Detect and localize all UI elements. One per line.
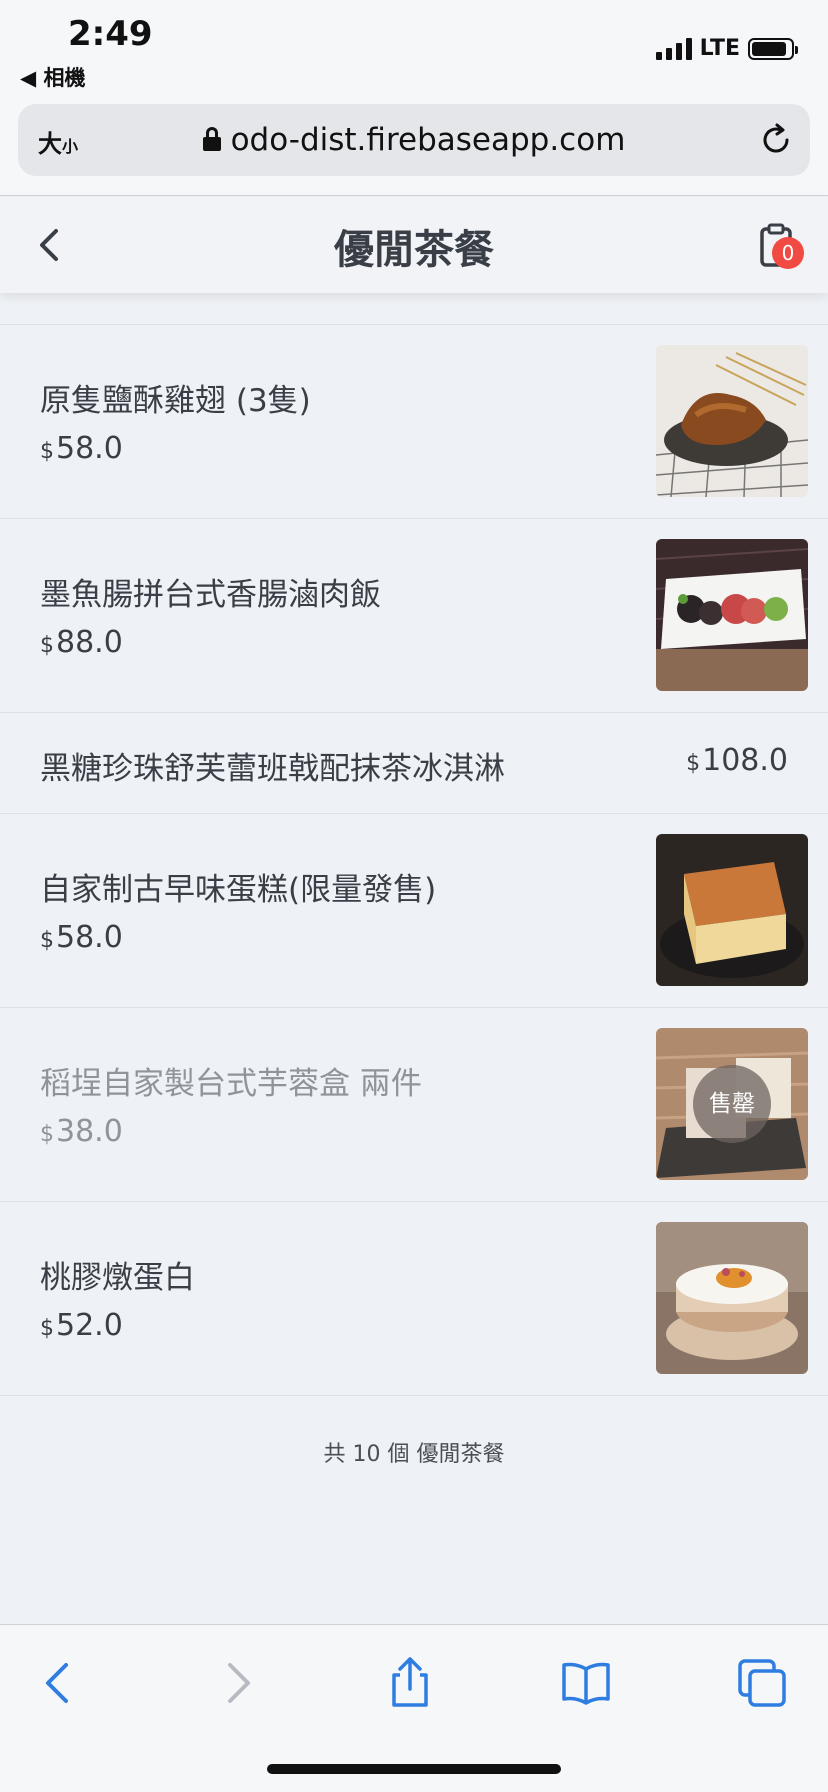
menu-item-sold-out[interactable]: 稻埕自家製台式芋蓉盒 兩件 $38.0 售罄 xyxy=(0,1008,828,1202)
item-price: $58.0 xyxy=(40,431,123,466)
home-indicator xyxy=(267,1764,561,1774)
item-image-sponge-cake[interactable] xyxy=(656,834,808,986)
price-value: 88.0 xyxy=(56,625,123,660)
currency-symbol: $ xyxy=(40,633,54,658)
item-price: $88.0 xyxy=(40,625,123,660)
browser-address-area: 大小 odo-dist.firebaseapp.com xyxy=(0,100,828,196)
network-label: LTE xyxy=(699,36,740,61)
tabs-icon[interactable] xyxy=(734,1655,790,1711)
price-value: 58.0 xyxy=(56,431,123,466)
browser-forward-icon[interactable] xyxy=(208,1655,264,1711)
back-to-app-link[interactable]: ◀ 相機 xyxy=(20,62,85,92)
page-title: 優閒茶餐 xyxy=(334,227,494,273)
bookmarks-icon[interactable] xyxy=(558,1655,614,1711)
status-bar: 2:49 ◀ 相機 LTE xyxy=(0,0,828,100)
item-image-peach-gum-egg-white[interactable] xyxy=(656,1222,808,1374)
item-image-sausage-rice[interactable] xyxy=(656,539,808,691)
menu-item[interactable]: 原隻鹽酥雞翅 (3隻) $58.0 xyxy=(0,325,828,519)
item-name: 桃膠燉蛋白 xyxy=(40,1260,195,1296)
url-display[interactable]: odo-dist.firebaseapp.com xyxy=(18,122,810,158)
item-count-text: 共 10 個 優閒茶餐 xyxy=(323,1442,505,1467)
item-price: $38.0 xyxy=(40,1114,123,1149)
item-price: $52.0 xyxy=(40,1308,123,1343)
menu-item-list: 原隻鹽酥雞翅 (3隻) $58.0 墨魚腸拼台式香腸滷肉飯 $88.0 黑糖珍珠… xyxy=(0,324,828,1396)
price-value: 58.0 xyxy=(56,920,123,955)
item-name: 墨魚腸拼台式香腸滷肉飯 xyxy=(40,577,381,613)
app-header: 優閒茶餐 0 xyxy=(0,197,828,293)
reload-icon[interactable] xyxy=(758,122,794,158)
item-image-taro-box[interactable]: 售罄 xyxy=(656,1028,808,1180)
signal-icon xyxy=(655,37,692,60)
item-name: 黑糖珍珠舒芙蕾班戟配抹茶冰淇淋 xyxy=(40,751,505,787)
url-text: odo-dist.firebaseapp.com xyxy=(230,122,626,158)
price-value: 52.0 xyxy=(56,1308,123,1343)
currency-symbol: $ xyxy=(40,1316,54,1341)
menu-item[interactable]: 墨魚腸拼台式香腸滷肉飯 $88.0 xyxy=(0,519,828,713)
address-bar[interactable]: 大小 odo-dist.firebaseapp.com xyxy=(18,104,810,176)
item-price: $108.0 xyxy=(686,743,788,778)
status-indicators: LTE xyxy=(655,36,798,61)
item-image-chicken-wings[interactable] xyxy=(656,345,808,497)
browser-back-icon[interactable] xyxy=(32,1655,88,1711)
item-name: 自家制古早味蛋糕(限量發售) xyxy=(40,872,437,908)
sold-out-badge: 售罄 xyxy=(693,1065,771,1143)
cart-count-badge: 0 xyxy=(772,237,804,269)
item-name: 原隻鹽酥雞翅 (3隻) xyxy=(40,383,311,419)
status-time: 2:49 xyxy=(68,14,153,54)
currency-symbol: $ xyxy=(40,928,54,953)
price-value: 108.0 xyxy=(702,743,788,778)
lock-icon xyxy=(202,127,221,151)
menu-item[interactable]: 自家制古早味蛋糕(限量發售) $58.0 xyxy=(0,814,828,1008)
menu-item[interactable]: 黑糖珍珠舒芙蕾班戟配抹茶冰淇淋 $108.0 xyxy=(0,713,828,814)
currency-symbol: $ xyxy=(40,439,54,464)
item-name: 稻埕自家製台式芋蓉盒 兩件 xyxy=(40,1066,422,1102)
currency-symbol: $ xyxy=(40,1122,54,1147)
battery-icon xyxy=(748,37,798,60)
menu-item[interactable]: 桃膠燉蛋白 $52.0 xyxy=(0,1202,828,1396)
share-icon[interactable] xyxy=(382,1655,438,1711)
price-value: 38.0 xyxy=(56,1114,123,1149)
browser-toolbar xyxy=(0,1624,828,1792)
currency-symbol: $ xyxy=(686,751,701,776)
item-price: $58.0 xyxy=(40,920,123,955)
